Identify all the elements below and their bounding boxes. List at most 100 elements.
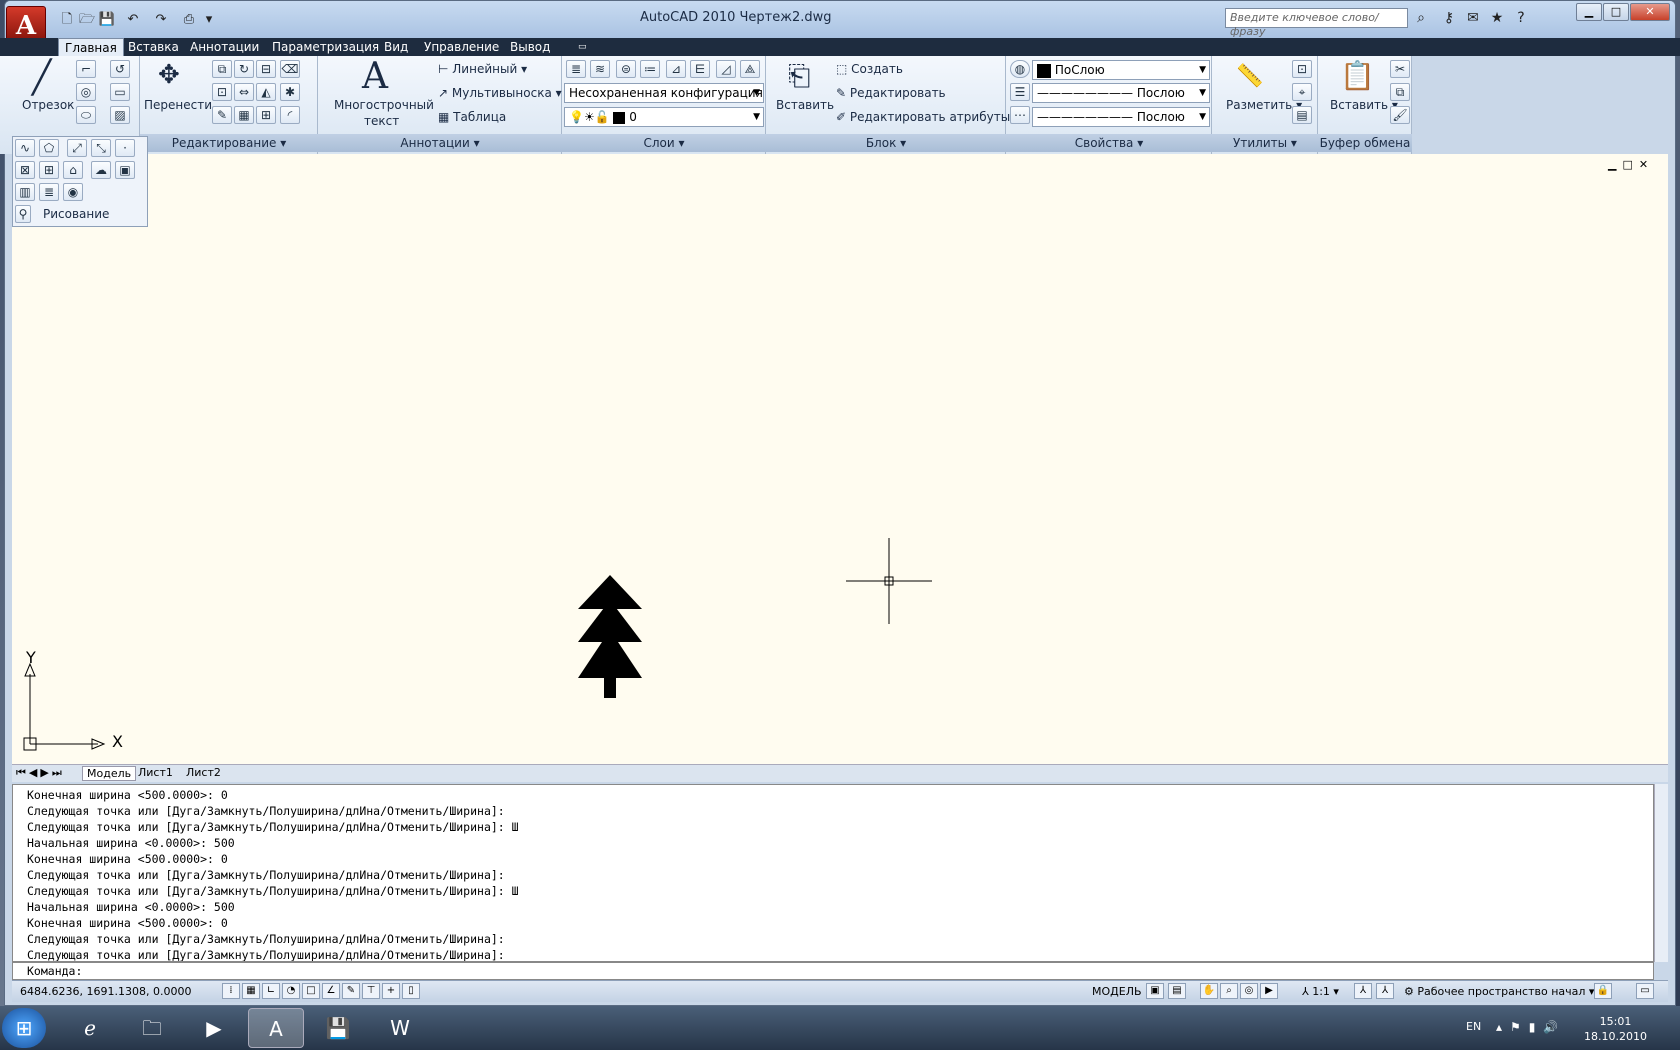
scale-icon[interactable]: ⊡ <box>212 83 232 101</box>
revcloud-icon[interactable]: ☁ <box>91 161 111 179</box>
select-similar-icon[interactable]: ⌖ <box>1292 83 1312 101</box>
help-icon[interactable]: ? <box>1510 9 1532 27</box>
lineweight-toggle-icon[interactable]: + <box>382 983 400 999</box>
measure-button[interactable]: Разметить ▾ <box>1226 98 1302 112</box>
layer-previous-icon[interactable]: ≔ <box>640 60 660 78</box>
save-icon[interactable]: 💾 <box>98 12 116 28</box>
donut-icon[interactable]: ◉ <box>63 183 83 201</box>
showmotion-icon[interactable]: ▶ <box>1260 983 1278 999</box>
point-icon[interactable]: · <box>115 139 135 157</box>
quick-properties-icon[interactable]: ▯ <box>402 983 420 999</box>
auto-scale-icon[interactable]: ⅄ <box>1376 983 1394 999</box>
clipboard-panel-title[interactable]: Буфер обмена <box>1318 134 1412 152</box>
command-scrollbar[interactable] <box>1654 784 1668 962</box>
mtext-icon[interactable]: A <box>362 56 388 98</box>
modify-panel-title[interactable]: Редактирование ▾ <box>140 134 318 152</box>
search-binoculars-icon[interactable]: ⌕ <box>1410 9 1432 27</box>
tab-home[interactable]: Главная <box>58 38 124 56</box>
block-insert-icon[interactable]: ⎗ <box>788 58 810 94</box>
pin-icon[interactable]: ⚲ <box>15 205 31 223</box>
gradient-icon[interactable]: ▥ <box>15 183 35 201</box>
table-draw-icon[interactable]: ≣ <box>39 183 59 201</box>
properties-panel-title[interactable]: Свойства ▾ <box>1006 134 1212 152</box>
block-edit-button[interactable]: ✎ Редактировать <box>836 86 946 100</box>
measure-ruler-icon[interactable]: 📏 <box>1236 62 1263 92</box>
draw-panel-title[interactable]: Рисование <box>43 207 109 221</box>
layer-state-dropdown[interactable]: Несохраненная конфигурация сл ▼ <box>564 83 764 103</box>
cut-icon[interactable]: ✂ <box>1390 60 1410 78</box>
ray-icon[interactable]: ⤢ <box>67 139 87 157</box>
drawing-canvas[interactable]: Y X ▁□✕ <box>12 154 1668 764</box>
layout-nav-arrows[interactable]: ⏮◀▶⏭ <box>16 766 65 780</box>
ribbon-minimize-icon[interactable]: ▭ <box>572 38 593 56</box>
layer-unisolate-icon[interactable]: ⋿ <box>690 60 710 78</box>
polygon-icon[interactable]: ⬠ <box>39 139 59 157</box>
donut-square-icon[interactable]: ▣ <box>115 161 135 179</box>
rectangle-icon[interactable]: ▭ <box>110 83 130 101</box>
lock-icon[interactable]: 🔒 <box>1594 983 1612 999</box>
paste-icon[interactable]: 📋 <box>1340 58 1375 94</box>
quick-view-layouts-icon[interactable]: ▣ <box>1146 983 1164 999</box>
explode-icon[interactable]: ✱ <box>280 83 300 101</box>
copy-clip-icon[interactable]: ⧉ <box>1390 83 1410 101</box>
redo-icon[interactable]: ↷ <box>152 12 170 28</box>
tree-drawing[interactable] <box>578 575 642 698</box>
tab-annotate[interactable]: Аннотации <box>184 38 265 56</box>
spline-icon[interactable]: ∿ <box>15 139 35 157</box>
tab-view[interactable]: Вид <box>378 38 414 56</box>
command-input[interactable]: Команда: <box>12 962 1654 980</box>
favorites-star-icon[interactable]: ★ <box>1486 9 1508 27</box>
line-button[interactable]: Отрезок <box>22 98 74 112</box>
calculator-icon[interactable]: ▤ <box>1292 106 1312 124</box>
copy-icon[interactable]: ⧉ <box>212 60 232 78</box>
steering-wheel-icon[interactable]: ◎ <box>1240 983 1258 999</box>
construction-line-icon[interactable]: ⤡ <box>91 139 111 157</box>
dyn-icon[interactable]: ⊤ <box>362 983 380 999</box>
pan-icon[interactable]: ✋ <box>1200 983 1218 999</box>
quick-view-drawings-icon[interactable]: ▤ <box>1168 983 1186 999</box>
layer-properties-icon[interactable]: ≣ <box>566 60 586 78</box>
fillet-icon[interactable]: ◜ <box>280 106 300 124</box>
arc-icon[interactable]: ↺ <box>110 60 130 78</box>
maximize-button[interactable]: □ <box>1603 3 1629 21</box>
stretch-icon[interactable]: ⇔ <box>234 83 254 101</box>
layer-match-icon[interactable]: ⊜ <box>616 60 636 78</box>
tab-parametric[interactable]: Параметризация <box>266 38 385 56</box>
media-player-icon[interactable]: ▶ <box>186 1008 242 1048</box>
erase-icon[interactable]: ⌫ <box>280 60 300 78</box>
language-indicator[interactable]: EN <box>1466 1020 1481 1033</box>
layers-panel-title[interactable]: Слои ▾ <box>562 134 766 152</box>
edit-attributes-button[interactable]: ✐ Редактировать атрибуты ▾ <box>836 110 1020 124</box>
osnap-icon[interactable]: □ <box>302 983 320 999</box>
clean-screen-icon[interactable]: ▭ <box>1636 983 1654 999</box>
region-icon[interactable]: ⊞ <box>39 161 59 179</box>
properties-brush-icon[interactable]: ✎ <box>212 106 232 124</box>
snap-icon[interactable]: ⁞ <box>222 983 240 999</box>
mtext-label-2[interactable]: текст <box>364 114 399 128</box>
tray-icons[interactable]: ▴⚑▮🔊 <box>1496 1020 1566 1034</box>
block-create-button[interactable]: ⬚ Создать <box>836 62 903 76</box>
command-history[interactable]: Конечная ширина <500.0000>: 0 Следующая т… <box>12 784 1654 962</box>
multileader-button[interactable]: ↗ Мультивыноска ▾ <box>438 86 562 100</box>
otrack-icon[interactable]: ∠ <box>322 983 340 999</box>
model-space-button[interactable]: МОДЕЛЬ <box>1092 985 1142 998</box>
array-icon[interactable]: ▦ <box>234 106 254 124</box>
table-button[interactable]: ▦ Таблица <box>438 110 506 124</box>
close-button[interactable]: ✕ <box>1630 3 1670 21</box>
communication-icon[interactable]: ✉ <box>1462 9 1484 27</box>
move-icon[interactable]: ✥ <box>158 58 180 92</box>
file-explorer-icon[interactable]: 🗀 <box>124 1008 180 1048</box>
dimension-linear-button[interactable]: ⊢ Линейный ▾ <box>438 62 527 76</box>
ducs-icon[interactable]: ✎ <box>342 983 360 999</box>
clock[interactable]: 15:01 18.10.2010 <box>1584 1014 1647 1044</box>
layer-dropdown[interactable]: 💡☀🔓 0 ▼ <box>564 107 764 127</box>
subscription-key-icon[interactable]: ⚷ <box>1438 9 1460 27</box>
coordinates-readout[interactable]: 6484.6236, 1691.1308, 0.0000 <box>20 985 191 998</box>
autocad-taskbar-icon[interactable]: A <box>248 1008 304 1048</box>
circle-icon[interactable]: ◎ <box>76 83 96 101</box>
tab-output[interactable]: Вывод <box>504 38 556 56</box>
line-icon[interactable]: ╱ <box>32 58 51 96</box>
linetype-dropdown[interactable]: ———————— Послою ▼ <box>1032 107 1210 127</box>
polar-icon[interactable]: ◔ <box>282 983 300 999</box>
offset-icon[interactable]: ⊞ <box>256 106 276 124</box>
